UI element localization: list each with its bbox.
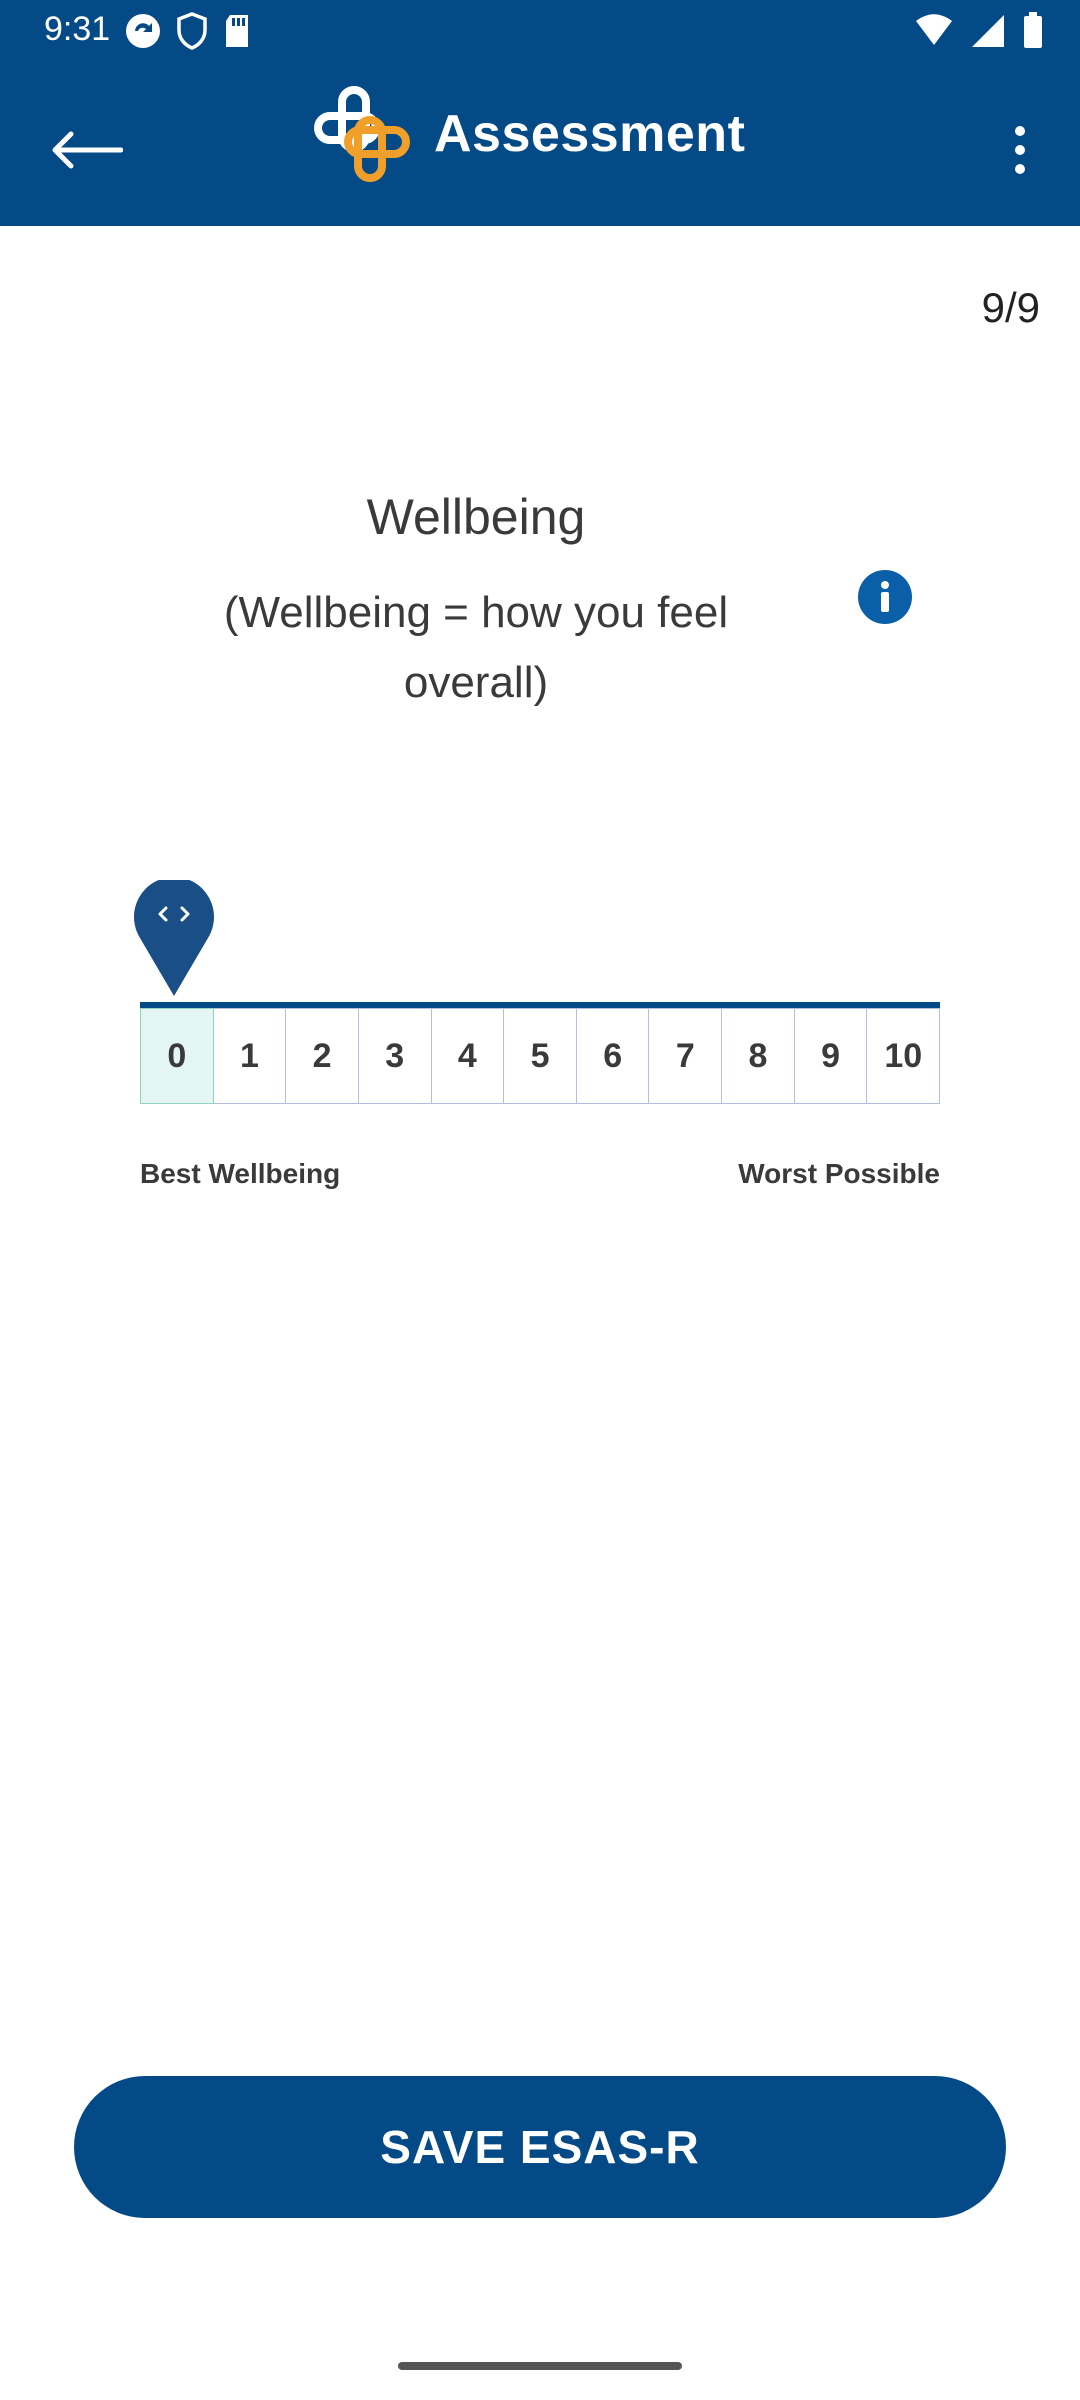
scale-option-7[interactable]: 7 [649,1008,723,1104]
question-subtitle: (Wellbeing = how you feel overall) [223,588,729,707]
scale-option-5[interactable]: 5 [504,1008,577,1104]
info-button[interactable] [858,570,912,624]
scale-option-0[interactable]: 0 [140,1008,214,1104]
more-options-button[interactable] [980,100,1060,200]
slider-handle[interactable] [132,880,216,998]
question-title: Wellbeing [366,489,586,545]
app-bar: Assessment [0,64,1080,226]
scale-option-2[interactable]: 2 [286,1008,359,1104]
scale-option-8[interactable]: 8 [722,1008,795,1104]
info-icon [881,581,889,612]
save-button[interactable]: SAVE ESAS-R [74,2076,1006,2218]
scale-option-4[interactable]: 4 [431,1008,505,1104]
status-bar: 9:31 [0,0,1080,64]
sd-card-icon [226,15,248,47]
scale-option-1[interactable]: 1 [213,1008,287,1104]
rating-scale: 0 1 2 3 4 5 6 7 8 9 10 [140,1008,941,1104]
shield-icon [177,12,207,50]
app-logo-icon [314,86,410,182]
status-notification-icons [124,12,252,50]
scale-min-label: Best Wellbeing [140,1158,341,1189]
wifi-icon [916,14,952,45]
back-button[interactable] [36,100,136,200]
arrow-left-icon [52,131,123,169]
scale-option-6[interactable]: 6 [576,1008,650,1104]
signal-icon [972,15,1004,47]
status-system-icons [914,12,1044,50]
battery-icon [1024,12,1042,48]
scale-max-label: Worst Possible [738,1158,940,1189]
question-progress: 9/9 [981,284,1040,331]
page-title: Assessment [434,105,746,163]
scale-option-3[interactable]: 3 [358,1008,432,1104]
status-time: 9:31 [44,10,111,48]
scale-option-10[interactable]: 10 [867,1008,941,1104]
scale-option-9[interactable]: 9 [794,1008,868,1104]
more-vertical-icon [1015,126,1025,174]
sync-icon [126,14,160,48]
home-indicator[interactable] [398,2362,682,2370]
